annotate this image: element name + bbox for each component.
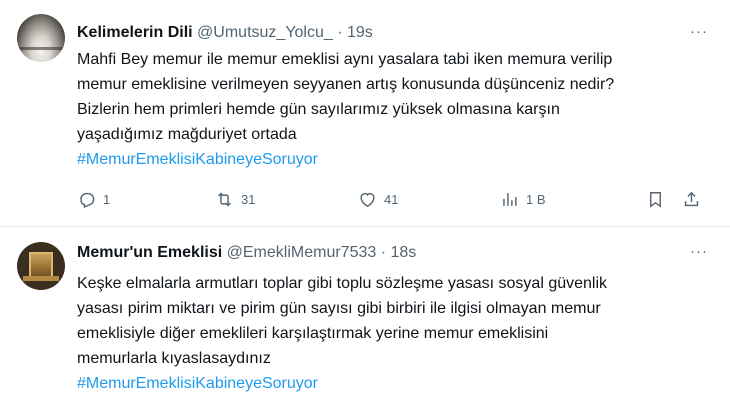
timestamp[interactable]: 18s (391, 244, 417, 261)
tweet-text-line: emeklisiyle diğer emeklileri karşılaştır… (77, 325, 549, 342)
avatar-image-detail (23, 276, 59, 281)
more-options-icon[interactable]: ··· (690, 22, 708, 42)
retweet-icon (218, 192, 231, 206)
separator-dot: · (337, 24, 343, 41)
tweet-text-line: yasası pirim miktarı ve pirim gün sayısı… (77, 300, 601, 317)
tweet-header: Memur'un Emeklisi @EmekliMemur7533 · 18s (77, 243, 416, 263)
tweet-text-line: Mahfi Bey memur ile memur emeklisi aynı … (77, 51, 613, 68)
separator-dot: · (380, 244, 387, 261)
reply-button[interactable]: 1 (77, 188, 110, 210)
views-button[interactable]: 1 B (500, 188, 546, 210)
reply-icon (80, 192, 95, 208)
retweet-count: 31 (241, 191, 256, 207)
retweet-button[interactable]: 31 (215, 188, 255, 210)
user-handle[interactable]: @Umutsuz_Yolcu_ (197, 24, 333, 41)
display-name[interactable]: Kelimelerin Dili (77, 24, 193, 41)
timestamp[interactable]: 19s (347, 24, 373, 41)
views-icon (503, 192, 517, 206)
like-button[interactable]: 41 (358, 188, 398, 210)
tweet-text-line: Keşke elmalarla armutları toplar gibi to… (77, 275, 608, 292)
share-icon (684, 191, 699, 206)
hashtag-link[interactable]: #MemurEmeklisiKabineyeSoruyor (77, 147, 717, 172)
tweet-text-line: Bizlerin hem primleri hemde gün sayıları… (77, 101, 560, 118)
more-options-icon[interactable]: ··· (690, 242, 708, 262)
share-button[interactable] (682, 188, 701, 210)
tweet-text: Keşke elmalarla armutları toplar gibi to… (77, 271, 717, 396)
avatar-image (29, 252, 53, 279)
reply-count: 1 (103, 191, 111, 207)
tweet[interactable]: Kelimelerin Dili @Umutsuz_Yolcu_ · 19s ·… (0, 0, 730, 227)
avatar[interactable] (17, 14, 65, 62)
bookmark-button[interactable] (646, 188, 665, 210)
tweet-text-line: yaşadığımız mağduriyet ortada (77, 126, 297, 143)
tweet[interactable]: Memur'un Emeklisi @EmekliMemur7533 · 18s… (0, 228, 730, 420)
like-icon (360, 192, 375, 207)
user-handle[interactable]: @EmekliMemur7533 (227, 244, 377, 261)
bookmark-icon (650, 191, 661, 208)
action-bar: 1 31 41 1 B (77, 188, 699, 210)
views-count: 1 B (526, 191, 546, 207)
tweet-text-line: memur emeklisine verilmeyen seyyanen art… (77, 76, 615, 93)
avatar[interactable] (17, 242, 65, 290)
tweet-header: Kelimelerin Dili @Umutsuz_Yolcu_ · 19s (77, 23, 373, 43)
like-count: 41 (384, 191, 399, 207)
tweet-text: Mahfi Bey memur ile memur emeklisi aynı … (77, 47, 717, 172)
hashtag-link[interactable]: #MemurEmeklisiKabineyeSoruyor (77, 371, 717, 396)
display-name[interactable]: Memur'un Emeklisi (77, 244, 222, 261)
tweet-text-line: memurlarla kıyaslasaydınız (77, 350, 271, 367)
